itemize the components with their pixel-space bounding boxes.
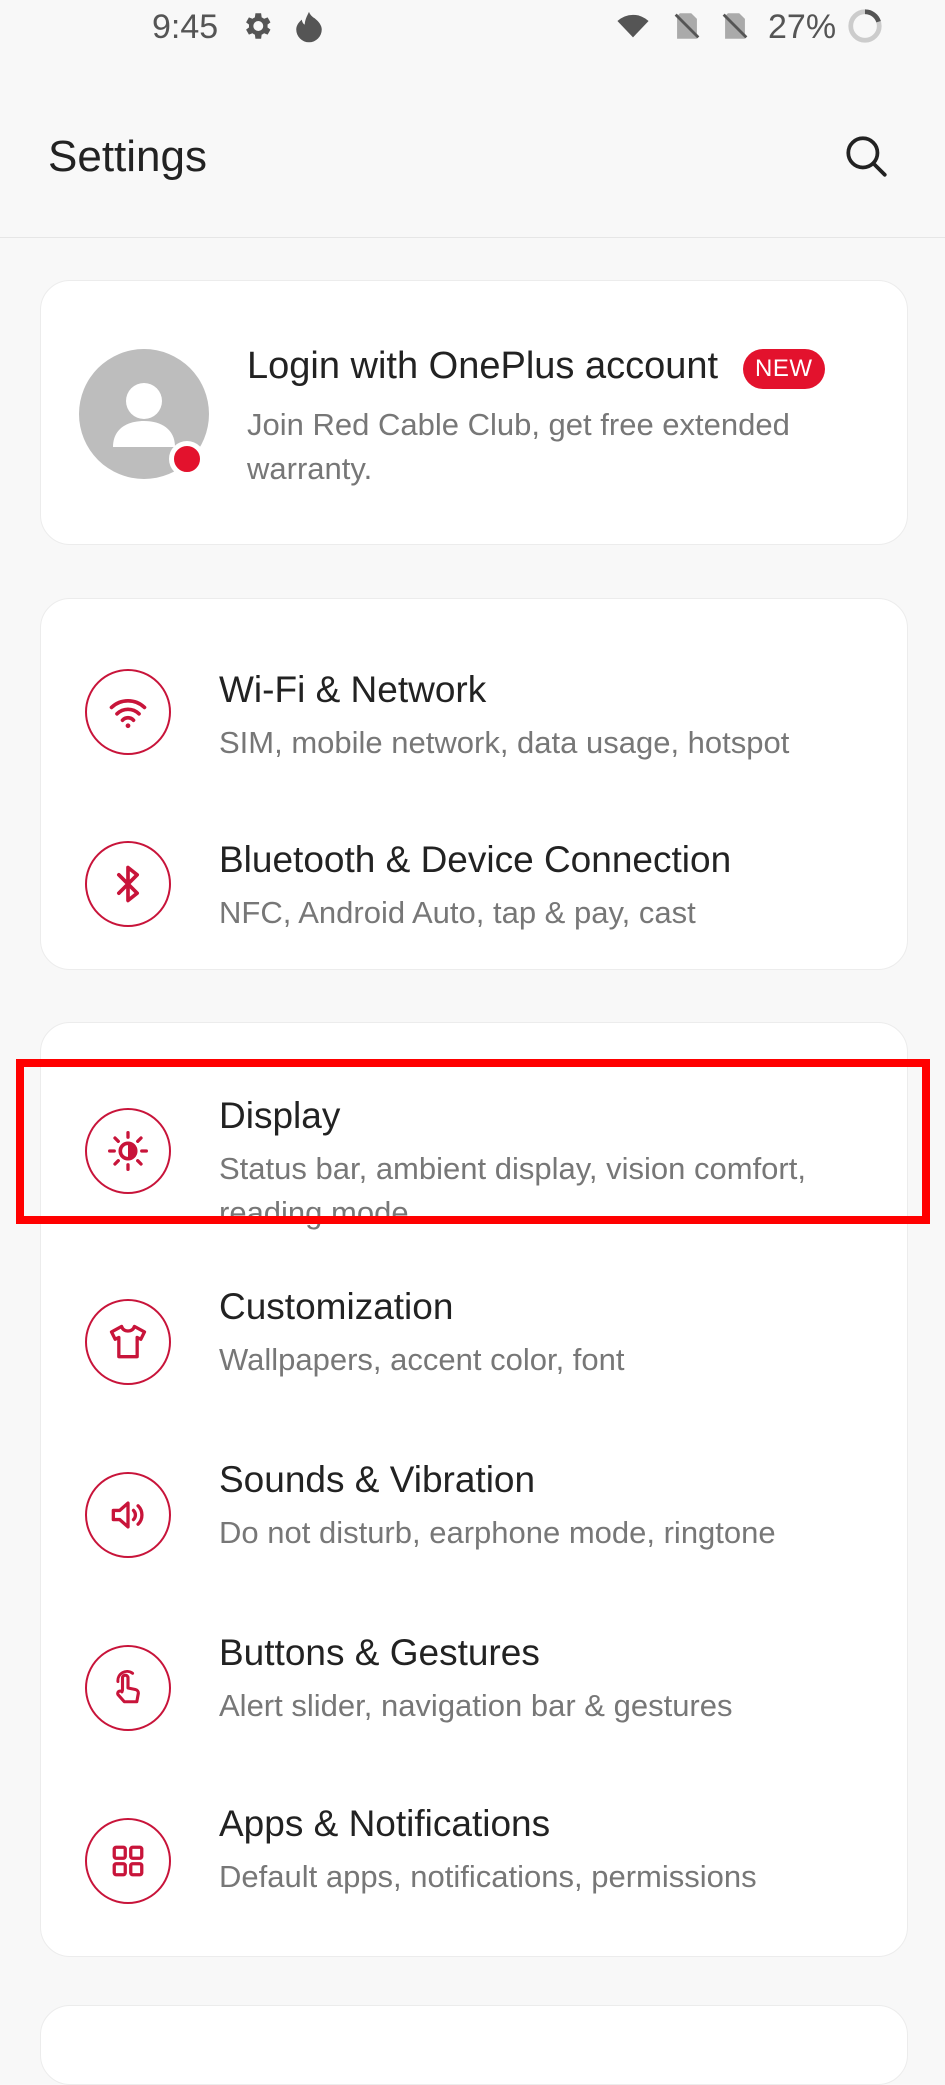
setting-item-sounds-vibration[interactable]: Sounds & Vibration Do not disturb, earph… (41, 1451, 909, 1611)
setting-item-title: Bluetooth & Device Connection (219, 839, 732, 880)
account-subtitle: Join Red Cable Club, get free extended w… (247, 407, 790, 486)
setting-item-subtitle: Status bar, ambient display, vision comf… (219, 1151, 806, 1230)
bluetooth-icon (85, 841, 171, 927)
setting-item-title: Apps & Notifications (219, 1803, 551, 1844)
settings-group-connectivity: Wi-Fi & Network SIM, mobile network, dat… (40, 598, 908, 970)
search-icon (846, 136, 887, 177)
setting-item-subtitle: SIM, mobile network, data usage, hotspot (219, 725, 790, 760)
apps-grid-icon (85, 1818, 171, 1904)
notification-dot (169, 441, 205, 477)
setting-item-wifi-network[interactable]: Wi-Fi & Network SIM, mobile network, dat… (41, 629, 909, 789)
setting-item-title: Wi-Fi & Network (219, 669, 487, 710)
setting-item-bluetooth[interactable]: Bluetooth & Device Connection NFC, Andro… (41, 801, 909, 961)
tshirt-icon (85, 1299, 171, 1385)
battery-percent: 27% (768, 8, 837, 46)
app-bar: Settings (0, 60, 945, 238)
setting-item-title: Sounds & Vibration (219, 1459, 536, 1500)
no-sim-icon (674, 13, 700, 39)
account-title: Login with OnePlus account (247, 345, 719, 387)
flame-icon (296, 11, 322, 43)
battery-ring-icon (848, 9, 882, 43)
setting-item-subtitle: NFC, Android Auto, tap & pay, cast (219, 895, 696, 930)
wifi-icon (85, 669, 171, 755)
no-sim-icon (722, 13, 748, 39)
speaker-icon (85, 1472, 171, 1558)
gear-icon (246, 13, 271, 39)
status-bar: 9:45 27% (0, 0, 945, 60)
setting-item-subtitle: Wallpapers, accent color, font (219, 1342, 625, 1377)
wifi-icon (617, 14, 649, 38)
status-time: 9:45 (152, 8, 219, 46)
settings-group-device: Display Status bar, ambient display, vis… (40, 1022, 908, 1957)
account-card[interactable]: Login with OnePlus account NEW Join Red … (40, 280, 908, 545)
search-button[interactable] (836, 126, 896, 186)
setting-item-subtitle: Do not disturb, earphone mode, ringtone (219, 1515, 776, 1550)
gesture-icon (85, 1645, 171, 1731)
page-title: Settings (48, 132, 207, 181)
setting-item-title: Buttons & Gestures (219, 1632, 540, 1673)
setting-item-customization[interactable]: Customization Wallpapers, accent color, … (41, 1278, 909, 1438)
setting-item-title: Display (219, 1095, 341, 1136)
setting-item-title: Customization (219, 1286, 454, 1327)
brightness-icon (85, 1108, 171, 1194)
setting-item-apps-notifications[interactable]: Apps & Notifications Default apps, notif… (41, 1797, 909, 1957)
setting-item-subtitle: Default apps, notifications, permissions (219, 1859, 757, 1894)
settings-group-more (40, 2005, 908, 2085)
setting-item-buttons-gestures[interactable]: Buttons & Gestures Alert slider, navigat… (41, 1624, 909, 1784)
setting-item-subtitle: Alert slider, navigation bar & gestures (219, 1688, 733, 1723)
setting-item-display[interactable]: Display Status bar, ambient display, vis… (41, 1053, 909, 1230)
new-badge: NEW (743, 349, 825, 389)
